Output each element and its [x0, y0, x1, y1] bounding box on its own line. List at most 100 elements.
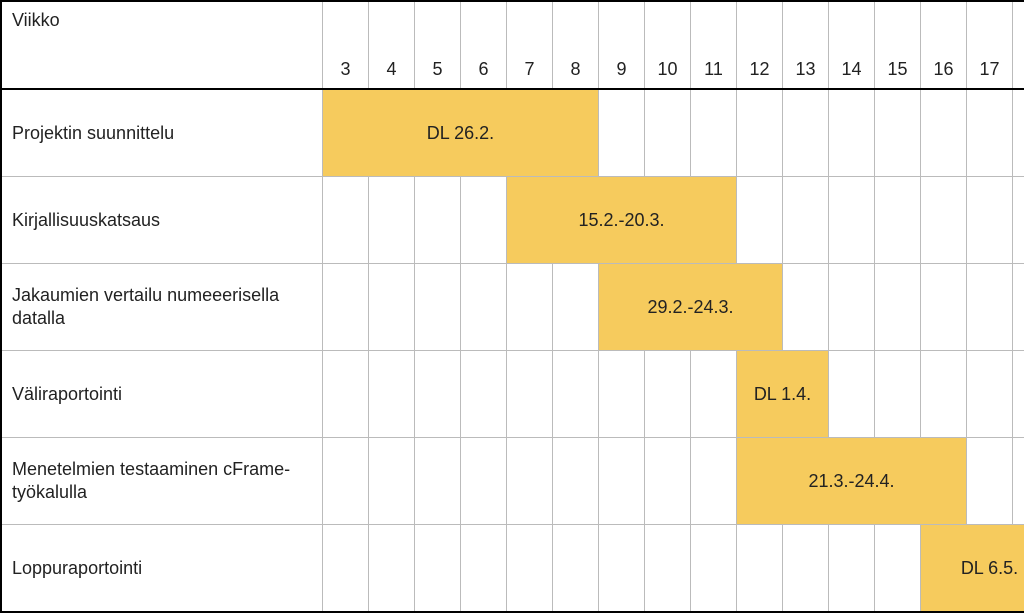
task-bar: 15.2.-20.3. — [507, 177, 737, 264]
empty-cell — [1013, 264, 1024, 351]
empty-cell — [829, 177, 875, 264]
empty-cell — [415, 264, 461, 351]
empty-cell — [645, 438, 691, 525]
week-header: 11 — [691, 1, 737, 89]
empty-cell — [783, 177, 829, 264]
task-bar: DL 6.5. — [921, 525, 1024, 613]
empty-cell — [829, 525, 875, 613]
task-label: Loppuraportointi — [1, 525, 323, 613]
empty-cell — [829, 351, 875, 438]
empty-cell — [415, 438, 461, 525]
empty-cell — [737, 525, 783, 613]
empty-cell — [369, 438, 415, 525]
task-row: Kirjallisuuskatsaus 15.2.-20.3. — [1, 177, 1024, 264]
empty-cell — [1013, 438, 1024, 525]
empty-cell — [507, 525, 553, 613]
week-header: 18 — [1013, 1, 1024, 89]
empty-cell — [553, 351, 599, 438]
empty-cell — [599, 438, 645, 525]
empty-cell — [921, 351, 967, 438]
empty-cell — [369, 525, 415, 613]
header-label-cell: Viikko — [1, 1, 323, 89]
task-label: Väliraportointi — [1, 351, 323, 438]
task-bar: 29.2.-24.3. — [599, 264, 783, 351]
task-label: Jakaumien vertailu numeeerisella datalla — [1, 264, 323, 351]
week-header: 17 — [967, 1, 1013, 89]
week-header: 12 — [737, 1, 783, 89]
empty-cell — [461, 525, 507, 613]
header-row: Viikko 3 4 5 6 7 8 9 10 11 12 13 14 15 1… — [1, 1, 1024, 89]
empty-cell — [875, 351, 921, 438]
task-bar: DL 26.2. — [323, 89, 599, 177]
gantt-body: Projektin suunnittelu DL 26.2. Kirjallis… — [1, 89, 1024, 612]
task-bar: 21.3.-24.4. — [737, 438, 967, 525]
empty-cell — [507, 264, 553, 351]
empty-cell — [645, 525, 691, 613]
empty-cell — [875, 177, 921, 264]
empty-cell — [967, 177, 1013, 264]
empty-cell — [967, 438, 1013, 525]
task-row: Jakaumien vertailu numeeerisella datalla… — [1, 264, 1024, 351]
empty-cell — [323, 264, 369, 351]
empty-cell — [783, 525, 829, 613]
empty-cell — [507, 351, 553, 438]
empty-cell — [599, 351, 645, 438]
empty-cell — [691, 438, 737, 525]
week-header: 5 — [415, 1, 461, 89]
empty-cell — [1013, 351, 1024, 438]
week-header: 16 — [921, 1, 967, 89]
empty-cell — [875, 525, 921, 613]
empty-cell — [875, 89, 921, 177]
empty-cell — [599, 89, 645, 177]
empty-cell — [553, 525, 599, 613]
empty-cell — [415, 177, 461, 264]
task-label: Menetelmien testaaminen cFrame-työkalull… — [1, 438, 323, 525]
task-row: Loppuraportointi DL 6.5. — [1, 525, 1024, 613]
empty-cell — [967, 264, 1013, 351]
empty-cell — [507, 438, 553, 525]
empty-cell — [461, 351, 507, 438]
empty-cell — [829, 264, 875, 351]
empty-cell — [369, 264, 415, 351]
empty-cell — [967, 351, 1013, 438]
empty-cell — [323, 351, 369, 438]
week-header: 14 — [829, 1, 875, 89]
empty-cell — [553, 264, 599, 351]
task-bar: DL 1.4. — [737, 351, 829, 438]
empty-cell — [645, 351, 691, 438]
empty-cell — [737, 177, 783, 264]
empty-cell — [1013, 89, 1024, 177]
task-label: Projektin suunnittelu — [1, 89, 323, 177]
empty-cell — [599, 525, 645, 613]
empty-cell — [645, 89, 691, 177]
empty-cell — [921, 264, 967, 351]
empty-cell — [921, 89, 967, 177]
task-row: Menetelmien testaaminen cFrame-työkalull… — [1, 438, 1024, 525]
empty-cell — [737, 89, 783, 177]
empty-cell — [783, 264, 829, 351]
task-label: Kirjallisuuskatsaus — [1, 177, 323, 264]
empty-cell — [553, 438, 599, 525]
empty-cell — [369, 177, 415, 264]
empty-cell — [691, 525, 737, 613]
empty-cell — [875, 264, 921, 351]
empty-cell — [691, 351, 737, 438]
week-header: 4 — [369, 1, 415, 89]
empty-cell — [691, 89, 737, 177]
empty-cell — [461, 438, 507, 525]
empty-cell — [783, 89, 829, 177]
week-header: 13 — [783, 1, 829, 89]
empty-cell — [323, 438, 369, 525]
empty-cell — [323, 525, 369, 613]
week-header: 7 — [507, 1, 553, 89]
task-row: Väliraportointi DL 1.4. — [1, 351, 1024, 438]
week-header: 6 — [461, 1, 507, 89]
empty-cell — [829, 89, 875, 177]
week-header: 10 — [645, 1, 691, 89]
empty-cell — [461, 177, 507, 264]
empty-cell — [461, 264, 507, 351]
empty-cell — [415, 525, 461, 613]
empty-cell — [921, 177, 967, 264]
week-header: 3 — [323, 1, 369, 89]
week-header: 15 — [875, 1, 921, 89]
